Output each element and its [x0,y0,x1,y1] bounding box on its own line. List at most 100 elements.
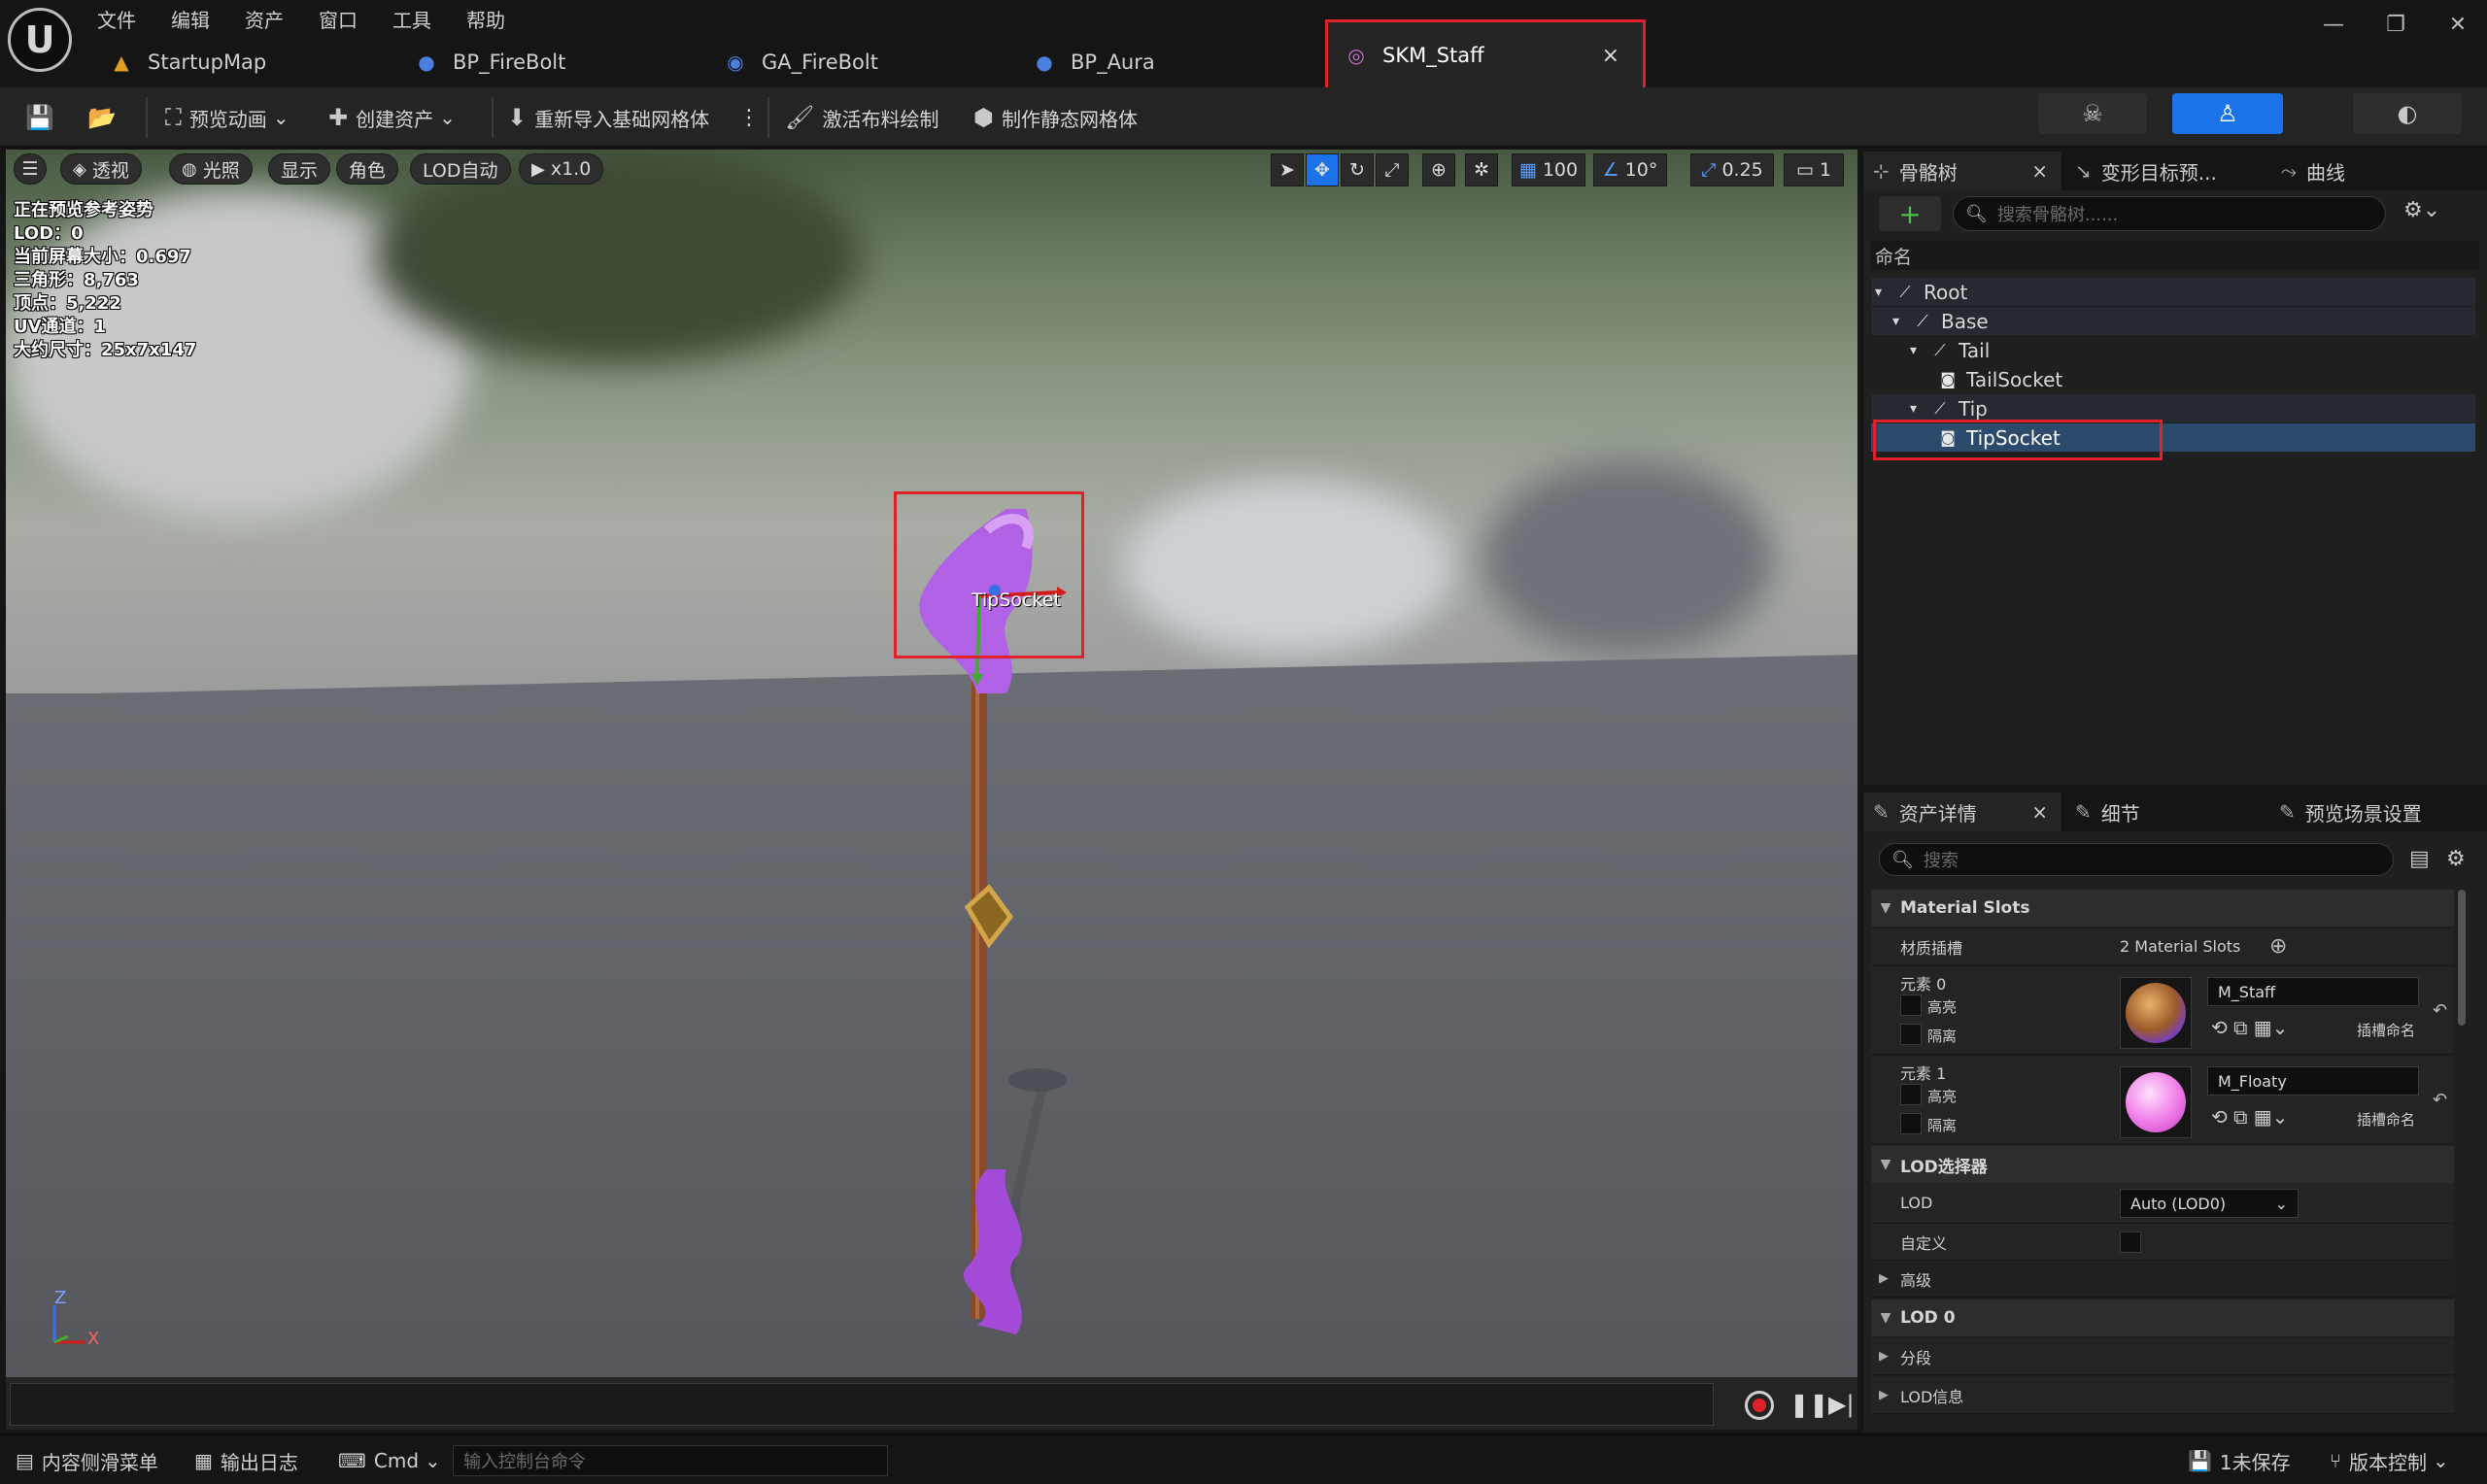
menu-tools[interactable]: 工具 [383,4,441,33]
pause-button[interactable]: ❚❚ [1789,1391,1828,1418]
restore-button[interactable]: ❐ [2374,8,2417,41]
more-options-button[interactable]: ⋮ [731,95,767,140]
section-lod0[interactable]: ▼ LOD 0 [1871,1299,2454,1336]
perspective-button[interactable]: ◈ 透视 [60,153,142,185]
select-tool-button[interactable]: ➤ [1271,153,1304,186]
make-static-mesh-button[interactable]: ⬢ 制作静态网格体 [966,95,1145,140]
tab-skeleton-tree[interactable]: ⊹ 骨骼树 × [1863,152,2061,190]
section-lod-picker[interactable]: ▼ LOD选择器 [1871,1146,2454,1183]
advanced-row[interactable]: ▶ 高级 [1871,1261,2454,1298]
reimport-button[interactable]: ⬇ 重新导入基础网格体 [499,95,717,140]
details-settings-button[interactable]: ⚙ [2446,847,2466,871]
reset-arrow-icon[interactable]: ↶ [2433,1090,2447,1110]
lod-select[interactable]: Auto (LOD0) ⌄ [2120,1189,2299,1218]
tree-row-root[interactable]: ▾ ⟋ Root [1871,278,2475,306]
reset-arrow-icon[interactable]: ↶ [2433,1000,2447,1021]
tab-close-icon[interactable]: × [2031,159,2048,183]
tab-bp-aura[interactable]: ● BP_Aura [1016,39,1308,85]
custom-checkbox[interactable] [2120,1231,2141,1253]
lod-info-row[interactable]: ▶ LOD信息 [1871,1377,2454,1414]
tab-asset-details[interactable]: ✎ 资产详情 × [1863,793,2061,831]
menu-window[interactable]: 窗口 [309,4,367,33]
material-thumbnail[interactable] [2120,1066,2192,1138]
tree-row-base[interactable]: ▾ ⟋ Base [1871,307,2475,335]
highlight-label: 高亮 [1927,998,1958,1016]
menu-help[interactable]: 帮助 [457,4,515,33]
scale-tool-button[interactable]: ⤢ [1376,153,1409,186]
lod-button[interactable]: LOD自动 [410,153,511,185]
character-button[interactable]: 角色 [336,153,399,185]
skeleton-search-field[interactable]: 🔍︎ 搜索骨骼树...... [1953,196,2386,231]
grid-snap-button[interactable]: ▦ 100 [1512,153,1585,186]
rotate-tool-button[interactable]: ↻ [1341,153,1374,186]
tab-close-icon[interactable]: × [1602,44,1619,68]
save-button[interactable]: 💾 [17,95,70,140]
isolate-checkbox[interactable] [1900,1113,1922,1134]
unsaved-button[interactable]: 💾 1未保存 [2178,1441,2300,1480]
tree-row-tailsocket[interactable]: ◙ TailSocket [1871,365,2475,393]
material-action-icons[interactable]: ⟲ ⧉ ▦⌄ [2211,1105,2288,1129]
table-view-button[interactable]: ▤ [2409,847,2430,871]
tree-row-tail[interactable]: ▾ ⟋ Tail [1871,336,2475,364]
angle-snap-button[interactable]: ∠ 10° [1593,153,1667,186]
timeline-scrubber[interactable] [10,1383,1714,1426]
tab-skm-staff[interactable]: ◎ SKM_Staff × [1325,19,1646,91]
translate-tool-button[interactable]: ✥ [1306,153,1339,186]
surface-snap-button[interactable]: ✲ [1465,153,1498,186]
tab-morph-target-preview[interactable]: ↘ 变形目标预... [2065,152,2269,190]
scale-snap-button[interactable]: ⤢ 0.25 [1690,153,1774,186]
viewport[interactable]: TipSocket Z X [6,150,1857,1377]
menu-file[interactable]: 文件 [87,4,146,33]
add-socket-button[interactable]: + [1879,196,1941,231]
menu-asset[interactable]: 资产 [235,4,293,33]
preview-animation-button[interactable]: ⛶ 预览动画 ⌄ [157,95,297,140]
tab-bp-firebolt[interactable]: ● BP_FireBolt [398,39,690,85]
details-search-field[interactable]: 🔍︎ 搜索 [1879,843,2394,876]
tree-row-tip[interactable]: ▾ ⟋ Tip [1871,394,2475,422]
source-control-button[interactable]: ⑂ 版本控制 ⌄ [2320,1441,2459,1480]
close-window-button[interactable]: ✕ [2436,8,2479,41]
show-button[interactable]: 显示 [268,153,331,185]
settings-button[interactable]: ⚙⌄ [2403,198,2440,222]
socket-highlight-box [894,491,1084,658]
tab-curves[interactable]: ⤳ 曲线 [2271,152,2427,190]
menu-edit[interactable]: 编辑 [161,4,220,33]
tab-startupmap[interactable]: ▲ StartupMap [93,39,385,85]
output-log-button[interactable]: ▦ 输出日志 [185,1441,308,1480]
step-forward-button[interactable]: ▶| [1828,1391,1855,1418]
material-action-icons[interactable]: ⟲ ⧉ ▦⌄ [2211,1016,2288,1039]
browse-button[interactable]: 📂 [80,95,132,140]
cmd-dropdown[interactable]: ⌨ Cmd ⌄ [328,1441,451,1480]
tab-details[interactable]: ✎ 细节 [2065,793,2221,831]
lighting-button[interactable]: ◍ 光照 [169,153,253,185]
skeleton-mode-button[interactable]: ☠ [2038,93,2147,134]
sections-row[interactable]: ▶ 分段 [1871,1338,2454,1375]
material-picker[interactable]: M_Staff [2207,977,2419,1006]
material-thumbnail[interactable] [2120,977,2192,1049]
viewport-menu-button[interactable]: ☰ [14,153,47,185]
unreal-logo-icon[interactable]: U [8,8,72,72]
camera-speed-button[interactable]: ▭ 1 [1784,153,1844,186]
minimize-button[interactable]: — [2312,8,2355,41]
cloth-paint-button[interactable]: 🖌 激活布料绘制 [777,95,946,140]
material-picker[interactable]: M_Floaty [2207,1066,2419,1096]
tab-ga-firebolt[interactable]: ◉ GA_FireBolt [707,39,999,85]
tab-preview-scene-settings[interactable]: ✎ 预览场景设置 [2269,793,2483,831]
play-speed-button[interactable]: ▶ x1.0 [519,153,604,185]
tab-close-icon[interactable]: × [2031,800,2048,824]
highlight-checkbox[interactable] [1900,995,1922,1016]
create-asset-button[interactable]: ✚ 创建资产 ⌄ [321,95,463,140]
content-drawer-button[interactable]: ▤ 内容侧滑菜单 [6,1441,168,1480]
preview-animation-label: 预览动画 [188,107,267,131]
console-input[interactable]: 输入控制台命令 [453,1445,888,1476]
add-material-slot-button[interactable]: ⊕ [2269,934,2287,959]
section-material-slots[interactable]: ▼ Material Slots [1871,890,2454,927]
physics-mode-button[interactable]: ◐ [2353,93,2462,134]
highlight-checkbox[interactable] [1900,1084,1922,1105]
mesh-mode-button[interactable]: ♙ [2172,93,2283,134]
world-space-button[interactable]: ⊕ [1422,153,1455,186]
chevron-down-icon: ⌄ [272,106,290,129]
record-button[interactable] [1745,1391,1774,1420]
isolate-checkbox[interactable] [1900,1024,1922,1045]
details-scrollbar[interactable] [2458,890,2466,1026]
